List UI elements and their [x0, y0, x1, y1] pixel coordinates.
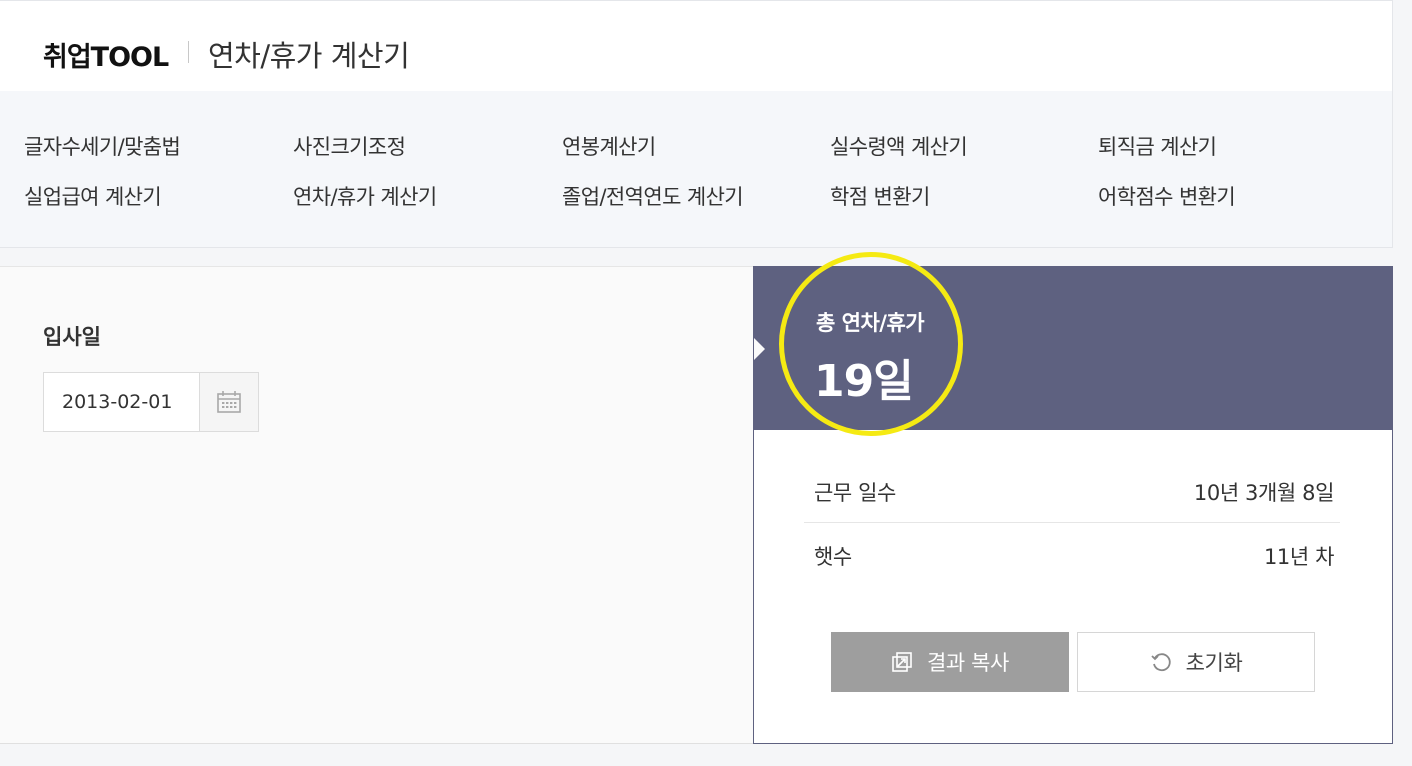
hire-date-input[interactable]	[43, 372, 200, 432]
nav-item-language-score-converter[interactable]: 어학점수 변환기	[1098, 181, 1236, 211]
panel-arrow	[754, 338, 765, 360]
nav-item-gpa-converter[interactable]: 학점 변환기	[830, 181, 930, 211]
copy-icon	[892, 652, 912, 672]
input-form: 입사일	[0, 266, 754, 744]
header: 취업TOOL 연차/휴가 계산기	[0, 0, 1393, 91]
nav-item-photo-resize[interactable]: 사진크기조정	[293, 131, 406, 161]
result-summary: 총 연차/휴가 19일	[754, 252, 1392, 436]
copy-result-button[interactable]: 결과 복사	[831, 632, 1069, 692]
copy-result-label: 결과 복사	[927, 651, 1009, 675]
work-days-label: 근무 일수	[814, 480, 896, 505]
page-title: 연차/휴가 계산기	[208, 39, 410, 73]
nav-item-net-pay-calc[interactable]: 실수령액 계산기	[830, 131, 968, 161]
title-divider	[188, 41, 189, 63]
brand-logo[interactable]: 취업TOOL	[43, 35, 169, 74]
nav-item-unemployment-calc[interactable]: 실업급여 계산기	[24, 181, 162, 211]
result-panel: 총 연차/휴가 19일 근무 일수 10년 3개월 8일 햇수 11년 차 결과…	[753, 252, 1393, 744]
nav-item-severance-calc[interactable]: 퇴직금 계산기	[1098, 131, 1217, 161]
refresh-icon	[1150, 653, 1171, 672]
nav-item-salary-calc[interactable]: 연봉계산기	[562, 131, 656, 161]
hire-date-label: 입사일	[43, 325, 101, 349]
nav-item-graduation-year-calc[interactable]: 졸업/전역연도 계산기	[562, 181, 744, 211]
years-label: 햇수	[814, 545, 852, 569]
reset-button[interactable]: 초기화	[1077, 632, 1315, 692]
nav-item-annual-leave-calc[interactable]: 연차/휴가 계산기	[293, 181, 437, 211]
tool-nav: 글자수세기/맞춤법 사진크기조정 연봉계산기 실수령액 계산기 퇴직금 계산기 …	[0, 91, 1393, 248]
highlight-circle	[779, 252, 963, 436]
calendar-icon	[217, 391, 241, 413]
nav-item-char-count[interactable]: 글자수세기/맞춤법	[24, 131, 181, 161]
years-value: 11년 차	[1263, 545, 1334, 569]
reset-label: 초기화	[1185, 651, 1243, 675]
calendar-button[interactable]	[199, 372, 259, 432]
work-days-row: 근무 일수 10년 3개월 8일	[804, 461, 1340, 523]
work-days-value: 10년 3개월 8일	[1193, 480, 1334, 505]
years-row: 햇수 11년 차	[804, 525, 1340, 587]
